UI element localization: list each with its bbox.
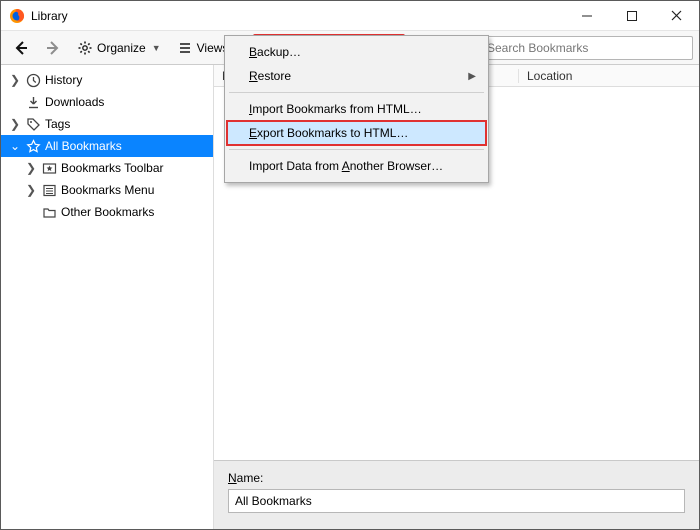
titlebar: Library <box>1 1 699 31</box>
tree-tags[interactable]: ❯ Tags <box>1 113 213 135</box>
clock-icon <box>25 72 41 88</box>
tag-icon <box>25 116 41 132</box>
chevron-down-icon: ▼ <box>152 43 161 53</box>
expand-icon[interactable]: ❯ <box>25 161 37 175</box>
tree-label: Bookmarks Menu <box>61 183 154 197</box>
menu-separator <box>229 92 484 93</box>
expand-icon[interactable]: ❯ <box>9 73 21 87</box>
tree-all-bookmarks[interactable]: ⌄ All Bookmarks <box>1 135 213 157</box>
name-label: Name: <box>228 471 685 485</box>
toolbar-icon <box>41 160 57 176</box>
window-title: Library <box>31 9 564 23</box>
menu-separator <box>229 149 484 150</box>
menu-backup[interactable]: Backup… <box>227 40 486 64</box>
tree-downloads[interactable]: Downloads <box>1 91 213 113</box>
column-location[interactable]: Location <box>519 69 580 83</box>
collapse-icon[interactable]: ⌄ <box>9 139 21 153</box>
minimize-button[interactable] <box>564 1 609 30</box>
tree-label: History <box>45 73 82 87</box>
menu-icon <box>41 182 57 198</box>
organize-button[interactable]: Organize ▼ <box>71 35 167 61</box>
tree-label: Downloads <box>45 95 104 109</box>
import-backup-menu: Backup… Restore▶ Import Bookmarks from H… <box>224 35 489 183</box>
window-controls <box>564 1 699 30</box>
download-icon <box>25 94 41 110</box>
tree-label: Other Bookmarks <box>61 205 154 219</box>
star-icon <box>25 138 41 154</box>
tree-label: Bookmarks Toolbar <box>61 161 164 175</box>
back-button[interactable] <box>7 35 35 61</box>
menu-export-html[interactable]: Export Bookmarks to HTML… <box>227 121 486 145</box>
maximize-button[interactable] <box>609 1 654 30</box>
tree-other-bookmarks[interactable]: Other Bookmarks <box>1 201 213 223</box>
tree-label: Tags <box>45 117 70 131</box>
tree-history[interactable]: ❯ History <box>1 69 213 91</box>
gear-icon <box>77 40 93 56</box>
close-button[interactable] <box>654 1 699 30</box>
name-field[interactable] <box>228 489 685 513</box>
tree-label: All Bookmarks <box>45 139 122 153</box>
expand-icon[interactable]: ❯ <box>25 183 37 197</box>
tree-bookmarks-toolbar[interactable]: ❯ Bookmarks Toolbar <box>1 157 213 179</box>
submenu-arrow-icon: ▶ <box>468 71 476 82</box>
search-placeholder: Search Bookmarks <box>487 41 588 55</box>
menu-import-html[interactable]: Import Bookmarks from HTML… <box>227 97 486 121</box>
folder-icon <box>41 204 57 220</box>
organize-label: Organize <box>97 41 146 55</box>
menu-import-another-browser[interactable]: Import Data from Another Browser… <box>227 154 486 178</box>
expand-icon[interactable]: ❯ <box>9 117 21 131</box>
forward-button[interactable] <box>39 35 67 61</box>
tree-bookmarks-menu[interactable]: ❯ Bookmarks Menu <box>1 179 213 201</box>
sidebar: ❯ History Downloads ❯ Tags ⌄ All Bookmar… <box>1 65 214 529</box>
library-window: Library Organize ▼ Views ▼ Import and Ba… <box>0 0 700 530</box>
detail-pane: Name: <box>214 460 699 529</box>
search-input[interactable]: Search Bookmarks <box>461 36 693 60</box>
list-icon <box>177 40 193 56</box>
menu-restore[interactable]: Restore▶ <box>227 64 486 88</box>
firefox-icon <box>9 8 25 24</box>
